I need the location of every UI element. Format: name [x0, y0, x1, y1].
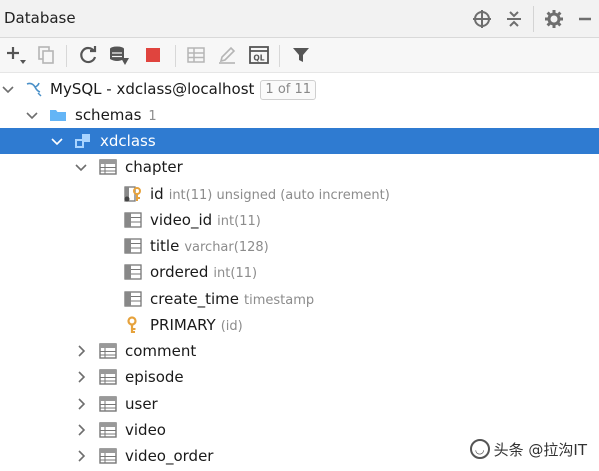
table-label: user — [125, 395, 158, 413]
tree-node-column[interactable]: ordered int(11) — [0, 259, 599, 285]
duplicate-icon[interactable] — [35, 44, 57, 66]
chevron-down-icon[interactable] — [24, 107, 40, 123]
stop-icon[interactable] — [142, 44, 164, 66]
edit-icon[interactable] — [216, 44, 238, 66]
schema-label: xdclass — [100, 132, 156, 150]
chevron-right-icon[interactable] — [73, 448, 89, 464]
table-icon — [99, 422, 117, 438]
schema-sync-icon[interactable] — [108, 44, 130, 66]
refresh-icon[interactable] — [77, 44, 99, 66]
column-name: title — [150, 237, 180, 255]
watermark: ◡ 头条 @拉沟IT — [469, 437, 587, 461]
table-icon — [99, 369, 117, 385]
tree-node-column[interactable]: video_id int(11) — [0, 207, 599, 233]
tree-node-column[interactable]: title varchar(128) — [0, 233, 599, 259]
tree-node-index[interactable]: PRIMARY (id) — [0, 312, 599, 338]
console-icon[interactable]: QL — [248, 44, 270, 66]
tree-node-column[interactable]: id int(11) unsigned (auto increment) — [0, 181, 599, 207]
collapse-icon[interactable] — [503, 8, 525, 30]
minimize-icon[interactable] — [574, 8, 596, 30]
panel-header: Database — [0, 0, 599, 38]
column-type: int(11) — [213, 266, 258, 281]
datasource-badge[interactable]: 1 of 11 — [260, 80, 317, 100]
toolbar: QL — [0, 38, 599, 73]
chevron-right-icon[interactable] — [73, 369, 89, 385]
chevron-right-icon[interactable] — [73, 396, 89, 412]
column-icon — [124, 264, 142, 280]
key-icon — [127, 316, 137, 333]
gear-icon[interactable] — [543, 8, 565, 30]
tree-node-column[interactable]: create_time timestamp — [0, 286, 599, 312]
tree-node-table-chapter[interactable]: chapter — [0, 154, 599, 180]
table-label: episode — [125, 368, 184, 386]
column-type: timestamp — [244, 293, 315, 308]
table-label: comment — [125, 342, 197, 360]
mysql-icon — [26, 82, 42, 97]
chevron-right-icon[interactable] — [73, 343, 89, 359]
chevron-down-icon[interactable] — [49, 133, 65, 149]
tree-node-schema-xdclass[interactable]: xdclass — [0, 128, 599, 154]
schema-icon — [75, 134, 90, 148]
tree-node-schemas[interactable]: schemas 1 — [0, 102, 599, 128]
chevron-down-icon[interactable] — [0, 81, 16, 97]
table-label: video — [125, 421, 166, 439]
column-icon — [124, 212, 142, 228]
panel-title: Database — [4, 9, 76, 27]
column-type: int(11) — [217, 214, 261, 229]
column-name: create_time — [150, 290, 240, 308]
filter-icon[interactable] — [290, 44, 312, 66]
table-icon — [99, 396, 117, 412]
tree-node-table[interactable]: user — [0, 391, 599, 417]
tree-node-datasource[interactable]: MySQL - xdclass@localhost 1 of 11 — [0, 76, 599, 102]
tree-node-table[interactable]: comment — [0, 338, 599, 364]
chevron-down-icon[interactable] — [73, 159, 89, 175]
watermark-logo-icon: ◡ — [469, 439, 490, 459]
svg-text:QL: QL — [253, 54, 264, 63]
primary-key-column-icon — [124, 186, 141, 202]
schemas-label: schemas — [75, 106, 142, 124]
folder-icon — [50, 110, 66, 121]
column-icon — [124, 238, 142, 254]
table-label: video_order — [125, 447, 214, 465]
column-type: varchar(128) — [184, 240, 269, 255]
table-label: chapter — [125, 158, 183, 176]
table-icon — [99, 343, 117, 359]
column-type: int(11) unsigned (auto increment) — [168, 188, 390, 203]
table-icon[interactable] — [185, 44, 207, 66]
tree-node-table[interactable]: episode — [0, 364, 599, 390]
table-icon — [99, 448, 117, 464]
column-name: id — [150, 185, 164, 203]
schemas-count: 1 — [148, 109, 157, 124]
index-name: PRIMARY — [150, 316, 216, 334]
column-name: video_id — [150, 211, 213, 229]
datasource-label: MySQL - xdclass@localhost — [50, 80, 255, 98]
column-name: ordered — [150, 263, 209, 281]
column-icon — [124, 291, 142, 307]
index-columns: (id) — [220, 319, 243, 334]
table-icon — [99, 159, 117, 175]
crosshair-icon[interactable] — [471, 8, 493, 30]
watermark-text: 头条 @拉沟IT — [493, 440, 587, 459]
chevron-right-icon[interactable] — [73, 422, 89, 438]
add-icon[interactable] — [5, 44, 27, 66]
